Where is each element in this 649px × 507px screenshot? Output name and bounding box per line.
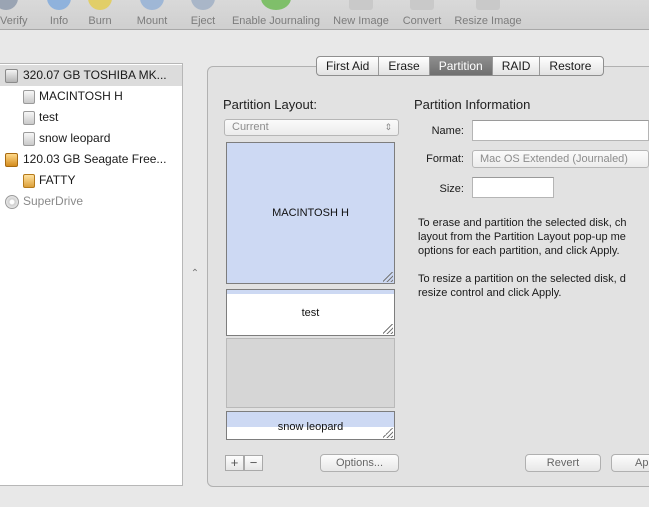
eject-icon xyxy=(191,0,215,10)
tab-restore[interactable]: Restore xyxy=(540,57,603,75)
volume-icon xyxy=(23,111,35,125)
new-image-icon xyxy=(349,0,373,10)
popup-arrows-icon: ⇕ xyxy=(384,122,392,132)
add-partition-button[interactable]: + xyxy=(225,455,244,471)
tab-raid[interactable]: RAID xyxy=(493,57,541,75)
partition-block-test[interactable]: test xyxy=(226,289,395,336)
burn-icon xyxy=(88,0,112,10)
resize-handle-icon[interactable] xyxy=(383,324,393,334)
name-label: Name: xyxy=(431,125,464,137)
revert-button[interactable]: Revert xyxy=(525,454,601,472)
external-disk-icon xyxy=(5,153,18,167)
tab-partition[interactable]: Partition xyxy=(429,57,493,75)
mount-button[interactable]: Mount xyxy=(131,0,173,30)
sidebar-item-seagate-disk[interactable]: 120.03 GB Seagate Free... xyxy=(0,149,182,170)
convert-button[interactable]: Convert xyxy=(398,0,446,30)
convert-icon xyxy=(410,0,434,10)
external-volume-icon xyxy=(23,174,35,188)
volume-icon xyxy=(23,132,35,146)
resize-image-icon xyxy=(476,0,500,10)
sidebar-item-toshiba-disk[interactable]: 320.07 GB TOSHIBA MK... xyxy=(0,65,182,86)
sidebar-item-snow-leopard[interactable]: snow leopard xyxy=(0,128,182,149)
apply-button[interactable]: Ap xyxy=(611,454,649,472)
verify-icon xyxy=(0,0,18,10)
partition-block-macintosh-h[interactable]: MACINTOSH H xyxy=(226,142,395,284)
eject-button[interactable]: Eject xyxy=(186,0,220,30)
partition-layout-popup[interactable]: Current ⇕ xyxy=(224,119,399,136)
mount-icon xyxy=(140,0,164,10)
erase-instructions: To erase and partition the selected disk… xyxy=(418,217,627,257)
burn-button[interactable]: Burn xyxy=(84,0,116,30)
sidebar-item-macintosh-h[interactable]: MACINTOSH H xyxy=(0,86,182,107)
resize-image-button[interactable]: Resize Image xyxy=(451,0,525,30)
partition-block-snow-leopard[interactable]: snow leopard xyxy=(226,411,395,440)
journaling-icon xyxy=(261,0,291,10)
free-space-block xyxy=(226,338,395,408)
internal-disk-icon xyxy=(5,69,18,83)
info-icon xyxy=(47,0,71,10)
resize-handle-icon[interactable] xyxy=(383,272,393,282)
resize-instructions: To resize a partition on the selected di… xyxy=(418,273,626,299)
name-input[interactable] xyxy=(472,120,649,141)
volume-icon xyxy=(23,90,35,104)
tab-erase[interactable]: Erase xyxy=(379,57,430,75)
size-label: Size: xyxy=(439,183,464,195)
remove-partition-button[interactable]: − xyxy=(244,455,263,471)
format-label: Format: xyxy=(426,153,464,165)
size-input[interactable] xyxy=(472,177,554,198)
tab-bar: First Aid Erase Partition RAID Restore xyxy=(316,56,605,76)
sidebar-item-fatty[interactable]: FATTY xyxy=(0,170,182,191)
info-button[interactable]: Info xyxy=(44,0,74,30)
partition-layout-heading: Partition Layout: xyxy=(223,97,317,112)
sidebar-item-test[interactable]: test xyxy=(0,107,182,128)
partition-info-heading: Partition Information xyxy=(414,97,531,112)
split-view-handle[interactable]: ⌃ xyxy=(189,268,201,280)
tab-first-aid[interactable]: First Aid xyxy=(317,57,380,75)
options-button[interactable]: Options... xyxy=(320,454,399,472)
enable-journaling-button[interactable]: Enable Journaling xyxy=(227,0,325,30)
optical-drive-icon xyxy=(5,195,19,209)
resize-handle-icon[interactable] xyxy=(383,428,393,438)
toolbar: Verify Info Burn Mount Eject Enable Jour… xyxy=(0,0,649,30)
disk-source-list[interactable]: 320.07 GB TOSHIBA MK... MACINTOSH H test… xyxy=(0,63,183,486)
format-popup[interactable]: Mac OS Extended (Journaled) xyxy=(472,150,649,168)
verify-button[interactable]: Verify xyxy=(0,0,34,30)
new-image-button[interactable]: New Image xyxy=(329,0,393,30)
sidebar-item-superdrive[interactable]: SuperDrive xyxy=(0,191,182,212)
